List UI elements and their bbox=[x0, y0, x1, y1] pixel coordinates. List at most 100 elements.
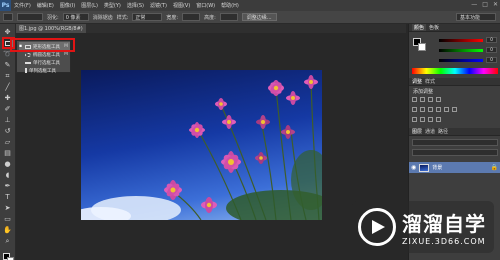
document-canvas[interactable] bbox=[81, 70, 322, 220]
watermark-title: 溜溜自学 bbox=[402, 212, 486, 236]
pen-tool-icon[interactable]: ✒ bbox=[3, 182, 12, 190]
layer-name: 背景 bbox=[432, 165, 443, 171]
adjustment-icons-row-2 bbox=[412, 107, 457, 112]
color-balance-icon[interactable] bbox=[428, 107, 433, 112]
move-tool-icon[interactable]: ✥ bbox=[3, 28, 12, 36]
flyout-highlight-box bbox=[10, 38, 75, 52]
document-tab[interactable]: 图1.jpg @ 100%(RGB/8#) bbox=[16, 24, 86, 33]
visibility-eye-icon[interactable]: ◉ bbox=[411, 164, 416, 171]
height-input[interactable] bbox=[219, 13, 238, 21]
height-label: 高度: bbox=[204, 14, 216, 21]
maximize-button[interactable]: □ bbox=[482, 1, 488, 8]
menu-help[interactable]: 帮助(H) bbox=[218, 2, 242, 9]
width-input[interactable] bbox=[182, 13, 201, 21]
photoshop-logo: Ps bbox=[0, 0, 11, 11]
blend-mode-bar[interactable] bbox=[412, 149, 498, 156]
watermark-url: ZIXUE.3D66.COM bbox=[402, 237, 486, 246]
type-tool-icon[interactable]: T bbox=[3, 193, 12, 201]
menu-image[interactable]: 图像(I) bbox=[57, 2, 78, 9]
color-spectrum[interactable] bbox=[412, 68, 498, 74]
ellipse-marquee-icon bbox=[25, 52, 31, 57]
style-select[interactable]: 正常 bbox=[132, 13, 163, 21]
menu-file[interactable]: 文件(F) bbox=[11, 2, 34, 9]
tool-preset-picker[interactable] bbox=[3, 13, 13, 21]
tab-color[interactable]: 颜色 bbox=[412, 24, 427, 31]
flyout-item-single-column-marquee[interactable]: 单列选框工具 bbox=[19, 66, 70, 75]
flyout-item-label: 单行选框工具 bbox=[33, 60, 60, 66]
healing-tool-icon[interactable]: ✚ bbox=[3, 94, 12, 102]
adjustment-icons-row-3 bbox=[412, 117, 441, 122]
layer-row[interactable]: ◉ 背景 🔒 bbox=[409, 162, 500, 173]
layers-panel-tabs: 图层 通道 路径 bbox=[409, 128, 500, 136]
brush-tool-icon[interactable]: ✐ bbox=[3, 105, 12, 113]
antialias-checkbox[interactable]: 消除锯齿 bbox=[93, 14, 113, 21]
refine-edge-button[interactable]: 调整边缘... bbox=[241, 13, 277, 21]
zoom-tool-icon[interactable]: ⌕ bbox=[3, 237, 12, 245]
flyout-item-label: 椭圆选框工具 bbox=[33, 52, 60, 58]
levels-icon[interactable] bbox=[420, 97, 425, 102]
selection-mode-buttons[interactable] bbox=[17, 13, 43, 21]
hand-tool-icon[interactable]: ✋ bbox=[3, 226, 12, 234]
red-slider[interactable] bbox=[439, 39, 483, 42]
dodge-tool-icon[interactable]: ◖ bbox=[3, 171, 12, 179]
channel-mixer-icon[interactable] bbox=[452, 107, 457, 112]
hue-saturation-icon[interactable] bbox=[420, 107, 425, 112]
menu-select[interactable]: 选择(S) bbox=[124, 2, 147, 9]
vibrance-icon[interactable] bbox=[412, 107, 417, 112]
tab-swatches[interactable]: 色板 bbox=[429, 24, 439, 31]
close-button[interactable]: ✕ bbox=[493, 1, 498, 8]
tab-layers[interactable]: 图层 bbox=[412, 128, 422, 135]
color-bg-swatch[interactable] bbox=[418, 43, 426, 51]
menu-window[interactable]: 窗口(W) bbox=[193, 2, 218, 9]
feather-label: 羽化: bbox=[47, 14, 59, 21]
single-column-marquee-icon bbox=[25, 68, 27, 73]
shape-tool-icon[interactable]: ▭ bbox=[3, 215, 12, 223]
tab-channels[interactable]: 通道 bbox=[425, 128, 435, 135]
document-tab-bar: 图1.jpg @ 100%(RGB/8#) bbox=[16, 24, 406, 33]
black-white-icon[interactable] bbox=[436, 107, 441, 112]
minimize-button[interactable]: — bbox=[471, 1, 477, 8]
flyout-item-label: 单列选框工具 bbox=[29, 68, 56, 74]
layer-filter-bar[interactable] bbox=[412, 139, 498, 146]
blue-value[interactable]: 0 bbox=[486, 57, 497, 63]
watermark: 溜溜自学 ZIXUE.3D66.COM bbox=[352, 201, 494, 253]
width-label: 宽度: bbox=[166, 14, 179, 21]
menu-layer[interactable]: 图层(L) bbox=[78, 2, 101, 9]
gradient-map-icon[interactable] bbox=[436, 117, 441, 122]
curves-icon[interactable] bbox=[428, 97, 433, 102]
tools-panel: ✥ ➰ ✎ ⌗ ╱ ✚ ✐ ⊥ ↺ ▱ ▤ ● ◖ ✒ T ➤ ▭ ✋ ⌕ bbox=[0, 24, 16, 260]
photo-filter-icon[interactable] bbox=[444, 107, 449, 112]
single-row-marquee-icon bbox=[25, 61, 31, 64]
adjustments-panel-tabs: 调整 样式 bbox=[409, 78, 500, 86]
red-value[interactable]: 0 bbox=[486, 37, 497, 43]
path-select-tool-icon[interactable]: ➤ bbox=[3, 204, 12, 212]
crop-tool-icon[interactable]: ⌗ bbox=[3, 72, 12, 80]
green-value[interactable]: 0 bbox=[486, 47, 497, 53]
eraser-tool-icon[interactable]: ▱ bbox=[3, 138, 12, 146]
blur-tool-icon[interactable]: ● bbox=[3, 160, 12, 168]
brightness-icon[interactable] bbox=[412, 97, 417, 102]
tab-styles[interactable]: 样式 bbox=[425, 78, 435, 85]
layer-thumbnail bbox=[419, 163, 430, 172]
watermark-logo-icon bbox=[358, 208, 396, 246]
eyedropper-tool-icon[interactable]: ╱ bbox=[3, 83, 12, 91]
options-bar: 羽化: 0 像素 消除锯齿 样式: 正常 宽度: 高度: 调整边缘... 基本功… bbox=[0, 11, 500, 24]
menu-edit[interactable]: 编辑(E) bbox=[34, 2, 57, 9]
menu-filter[interactable]: 滤镜(T) bbox=[147, 2, 170, 9]
menu-view[interactable]: 视图(V) bbox=[170, 2, 193, 9]
tab-adjustments[interactable]: 调整 bbox=[412, 78, 422, 85]
posterize-icon[interactable] bbox=[420, 117, 425, 122]
green-slider[interactable] bbox=[439, 49, 483, 52]
workspace-select[interactable]: 基本功能 bbox=[456, 13, 496, 21]
threshold-icon[interactable] bbox=[428, 117, 433, 122]
feather-input[interactable]: 0 像素 bbox=[62, 13, 89, 21]
menu-type[interactable]: 类型(Y) bbox=[101, 2, 124, 9]
invert-icon[interactable] bbox=[412, 117, 417, 122]
history-brush-tool-icon[interactable]: ↺ bbox=[3, 127, 12, 135]
clone-stamp-tool-icon[interactable]: ⊥ bbox=[3, 116, 12, 124]
exposure-icon[interactable] bbox=[436, 97, 441, 102]
quick-select-tool-icon[interactable]: ✎ bbox=[3, 61, 12, 69]
gradient-tool-icon[interactable]: ▤ bbox=[3, 149, 12, 157]
tab-paths[interactable]: 路径 bbox=[438, 128, 448, 135]
blue-slider[interactable] bbox=[439, 59, 483, 62]
